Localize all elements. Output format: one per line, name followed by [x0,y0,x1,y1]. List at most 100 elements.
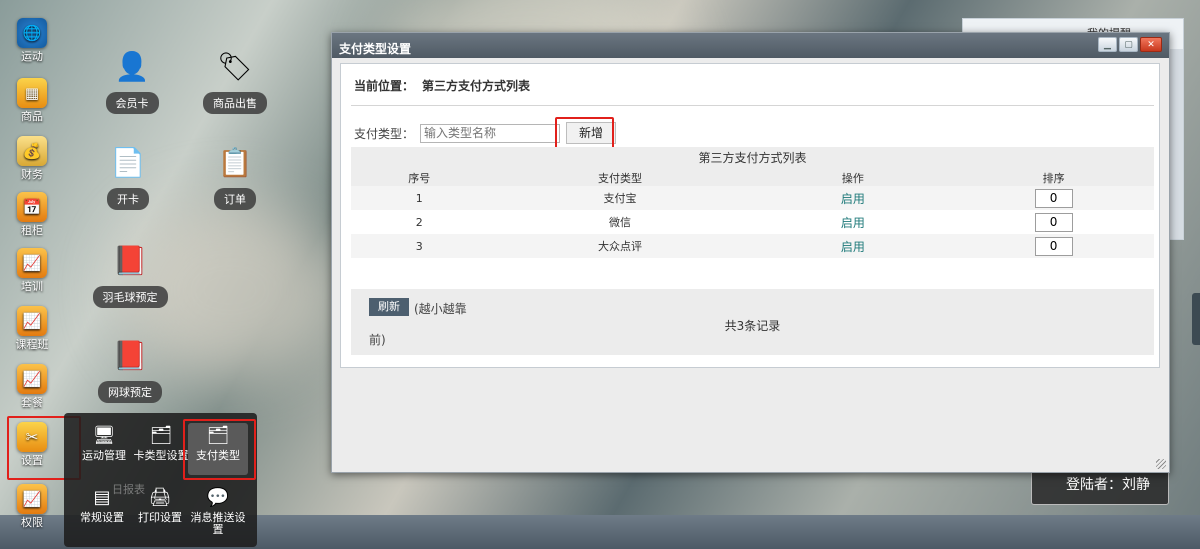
settings-grid-icon: ▤ [93,487,111,508]
menu-item-card-type[interactable]: 🗂 卡类型设置 [131,425,191,462]
payment-table: 第三方支付方式列表 序号 支付类型 操作 排序 1 支付宝 启用 0 2 微信 … [351,147,1154,258]
launcher-label: 财务 [21,168,43,181]
minimize-icon[interactable]: ▁ [1098,37,1117,52]
monitor-icon: 🖥 [92,425,116,446]
rank-input[interactable] [1034,188,1073,208]
table-row: 2 微信 启用 [351,210,1154,234]
menu-item-print-settings[interactable]: 🖨 打印设置 [130,487,190,524]
column-header: 排序 [953,169,1154,186]
window-title: 支付类型设置 [339,42,412,56]
menu-item-message-push[interactable]: 💬 消息推送设置 [188,487,248,536]
chart-icon: 📈 [17,306,47,336]
launcher-item-course[interactable]: 📈 课程班 [6,302,58,358]
table-row: 1 支付宝 启用 [351,186,1154,210]
desktop-tennis[interactable]: 📕 网球预定 [90,335,170,403]
menu-label: 常规设置 [80,511,124,524]
menu-label: 打印设置 [138,511,182,524]
launcher-item-locker[interactable]: 📅 租柜 [6,188,58,244]
grid-icon: ▦ [17,78,47,108]
launcher-label: 租柜 [21,224,43,237]
row-number: 3 [351,234,488,258]
chat-bubble-icon: 💬 [206,487,230,508]
divider [351,105,1154,106]
booking-icon: 📕 [112,243,148,277]
globe-icon: 🌐 [17,18,47,48]
launcher-label: 权限 [21,516,43,529]
table-caption: 第三方支付方式列表 [351,147,1154,169]
rank-input[interactable] [1034,236,1073,256]
sale-tag-icon: 🏷 [217,49,253,83]
window-titlebar[interactable]: 支付类型设置 ▁ ▢ ✕ [332,33,1169,58]
launcher-item-package[interactable]: 📈 套餐 [6,360,58,416]
refresh-button[interactable]: 刷新 [369,298,409,316]
booking-icon: 📕 [112,338,148,372]
row-payment-type: 微信 [608,216,631,229]
desktop-label: 羽毛球预定 [92,286,168,308]
money-icon: 💰 [17,136,47,166]
launcher-item-goods[interactable]: ▦ 商品 [6,74,58,130]
maximize-icon[interactable]: ▢ [1119,37,1138,52]
column-header: 序号 [351,169,488,186]
launcher-label: 课程班 [15,338,49,351]
launcher-item-sport[interactable]: 🌐 运动 [6,14,58,70]
desktop-label: 会员卡 [105,92,159,114]
order-icon: 📋 [217,145,253,179]
desktop-label: 开卡 [107,188,149,210]
rank-input[interactable] [1034,212,1073,232]
launcher-item-finance[interactable]: 💰 财务 [6,132,58,188]
add-button-highlight [555,117,614,150]
launcher-label: 培训 [21,280,43,293]
chart-icon: 📈 [17,248,47,278]
breadcrumb-current: 第三方支付方式列表 [422,79,531,93]
card-settings-icon: 🗂 [149,425,173,446]
printer-icon: 🖨 [148,487,172,508]
row-number: 1 [351,186,488,210]
menu-label: 消息推送设置 [190,511,246,536]
launcher-label: 商品 [21,110,43,123]
launcher-label: 运动 [21,50,43,63]
payment-type-highlight [183,419,256,480]
enable-link[interactable]: 启用 [841,216,865,230]
row-payment-type: 支付宝 [487,186,753,210]
payment-type-search-input[interactable] [420,123,561,143]
reminder-scrollbar[interactable] [1169,49,1183,239]
desktop-label: 网球预定 [98,381,162,403]
close-icon[interactable]: ✕ [1140,37,1162,52]
menu-label: 卡类型设置 [133,449,189,462]
column-header: 操作 [752,169,954,186]
desktop-label: 商品出售 [203,92,267,114]
login-text: 登陆者：刘静 [1066,477,1150,493]
row-payment-type: 大众点评 [487,234,753,258]
sort-hint: (越小越靠 [414,302,467,316]
resize-grip-icon[interactable] [1156,459,1166,469]
menu-item-general-settings[interactable]: ▤ 常规设置 [72,487,132,524]
enable-link[interactable]: 启用 [841,192,865,206]
row-number: 2 [415,215,423,229]
desktop-member-card[interactable]: 👤 会员卡 [92,46,172,114]
desktop-badminton[interactable]: 📕 羽毛球预定 [90,240,170,308]
desktop-goods-sale[interactable]: 🏷 商品出售 [195,46,275,114]
table-row: 3 大众点评 启用 [351,234,1154,258]
user-icon: 👤 [114,49,150,83]
launcher-label: 套餐 [21,396,43,409]
breadcrumb: 当前位置： 第三方支付方式列表 [354,77,530,94]
record-count: 共3条记录 [724,319,781,333]
desktop-order[interactable]: 📋 订单 [195,142,275,210]
payment-type-window: 支付类型设置 ▁ ▢ ✕ 当前位置：第三方支付方式列表 支付类型： 新增 第三方… [331,32,1170,473]
enable-link[interactable]: 启用 [841,240,865,254]
table-footer: 刷新 (越小越靠 共3条记录 前) [351,289,1154,355]
column-header: 支付类型 [487,169,753,186]
filter-label: 支付类型： [354,126,415,141]
desktop-open-card[interactable]: 📄 开卡 [88,142,168,210]
launcher-item-training[interactable]: 📈 培训 [6,244,58,300]
chart-icon: 📈 [17,484,47,514]
menu-item-sport-manage[interactable]: 🖥 运动管理 [74,425,134,462]
menu-label: 运动管理 [82,449,126,462]
chart-icon: 📈 [17,364,47,394]
calendar-icon: 📅 [17,192,47,222]
launcher-item-permission[interactable]: 📈 权限 [6,480,58,536]
table-header-row: 序号 支付类型 操作 排序 [351,169,1154,186]
window-content: 当前位置：第三方支付方式列表 支付类型： 新增 第三方支付方式列表 序号 支付类… [340,63,1160,368]
side-handle[interactable] [1192,293,1200,345]
desktop-label: 订单 [214,188,256,210]
